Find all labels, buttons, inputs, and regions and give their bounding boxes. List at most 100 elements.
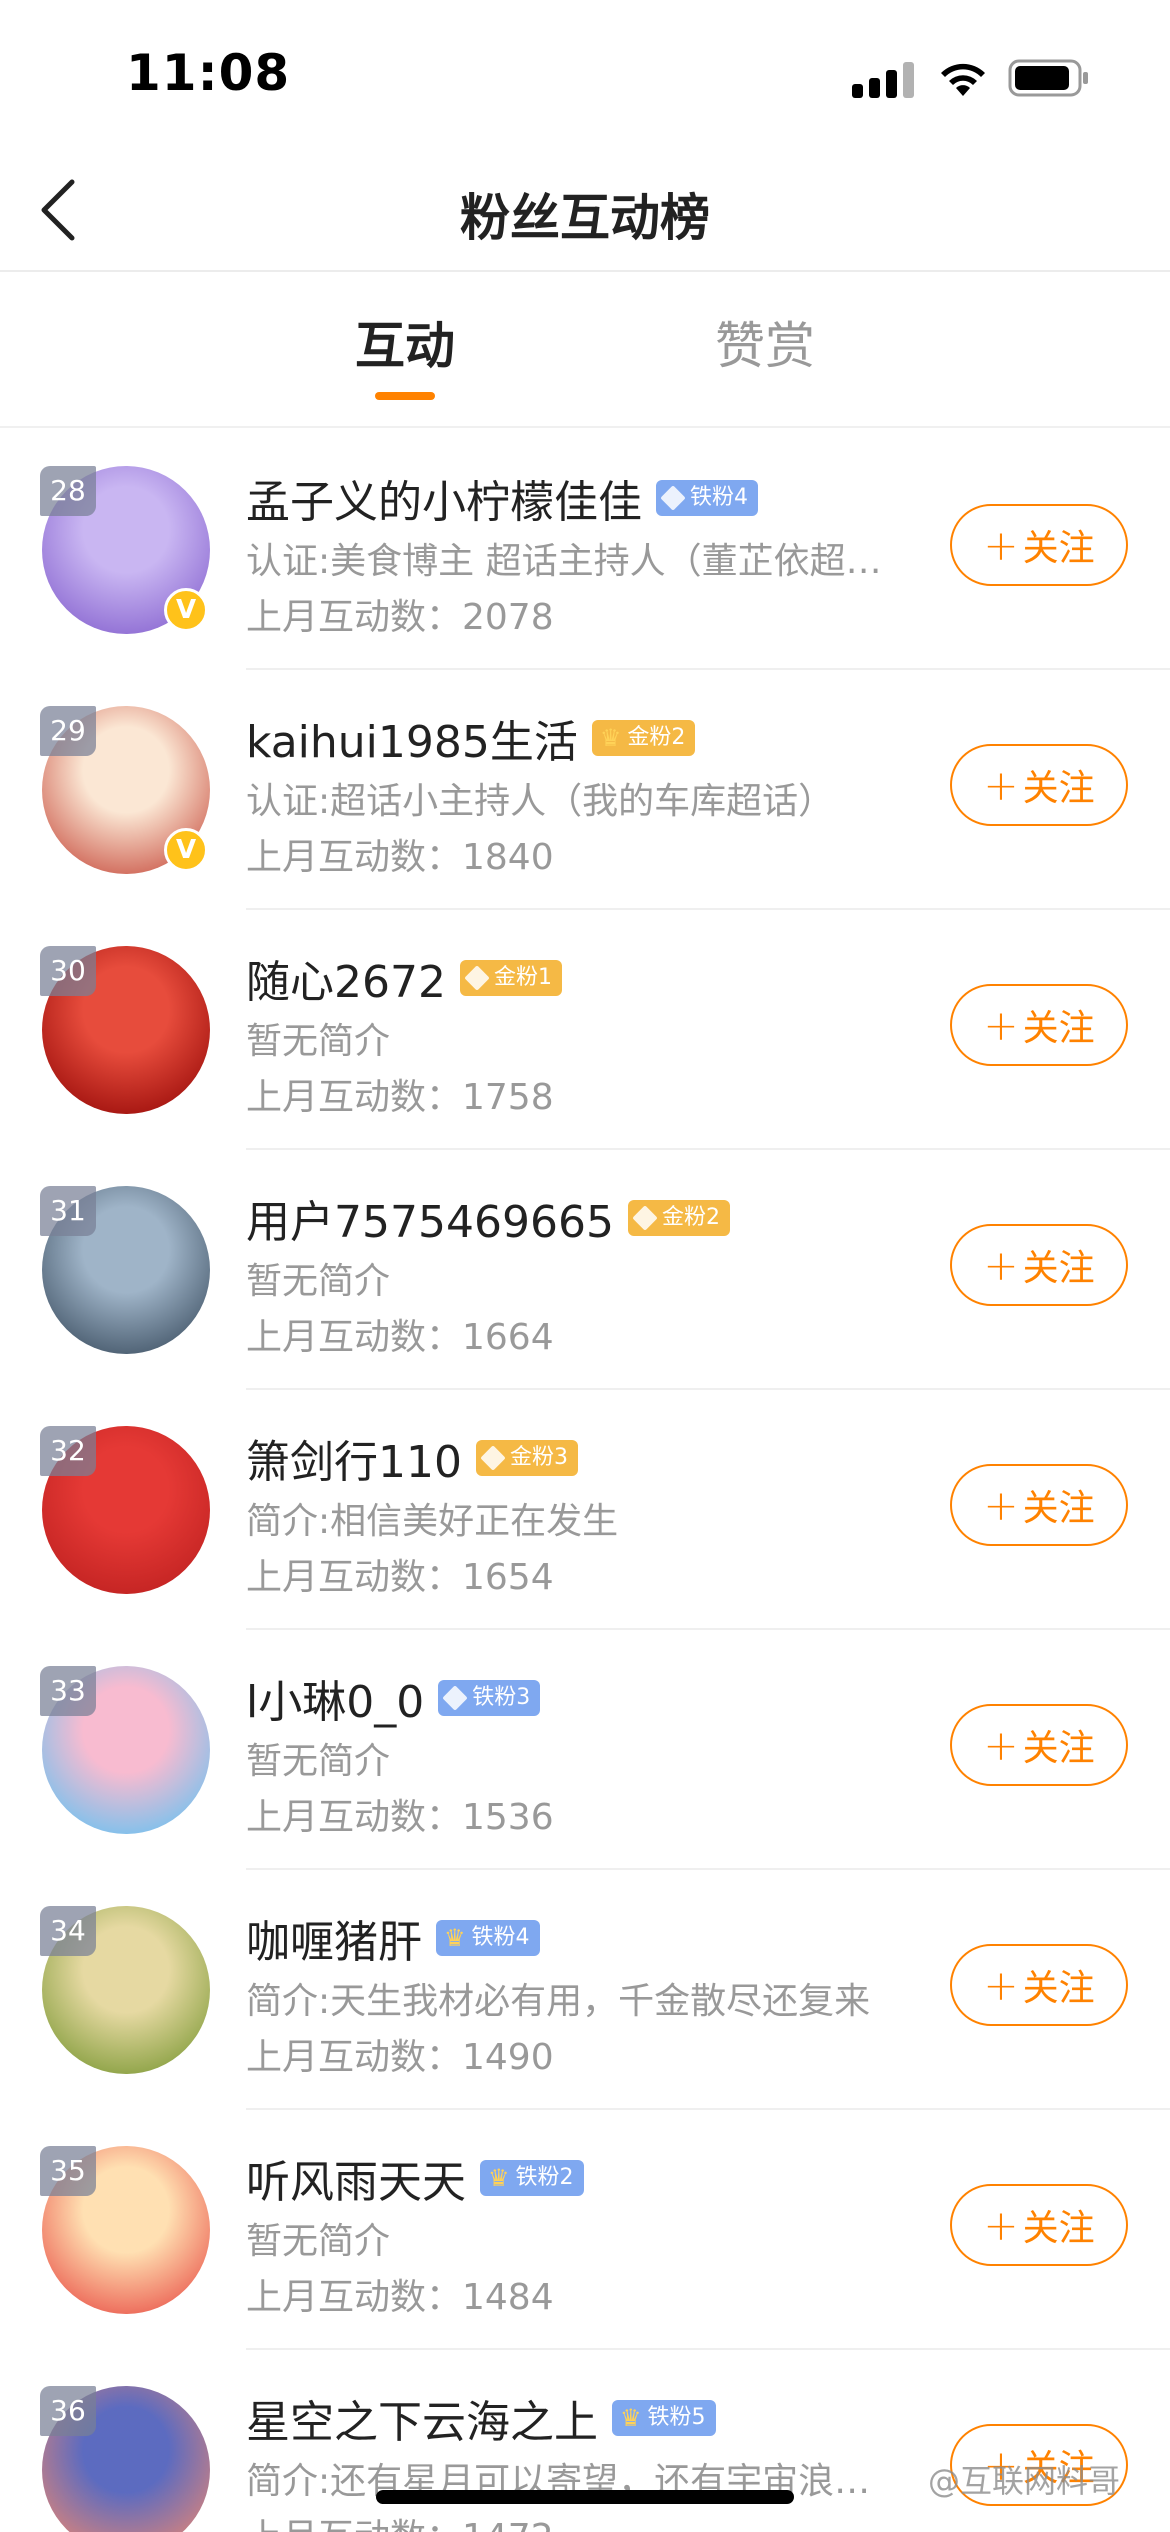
fan-row[interactable]: 32 箫剑行110 金粉3 简介:相信美好正在发生 上月互动数：1654 + 关注 (0, 1390, 1170, 1630)
page-title: 粉丝互动榜 (460, 189, 710, 247)
fan-level-label: 铁粉2 (515, 2165, 574, 2190)
follow-button[interactable]: + 关注 (950, 984, 1128, 1066)
username[interactable]: 孟子义的小柠檬佳佳 铁粉4 (246, 466, 758, 530)
user-description: 暂无简介 (246, 2221, 391, 2262)
username[interactable]: 星空之下云海之上 ♛ 铁粉5 (246, 2386, 716, 2450)
plus-icon: + (983, 1480, 1019, 1530)
interaction-count: 上月互动数：1472 (246, 2508, 554, 2532)
username-text: 咖喱猪肝 (246, 1917, 422, 1968)
fan-level-label: 铁粉3 (472, 1685, 531, 1710)
crown-icon: ♛ (488, 2164, 510, 2192)
fan-level-badge: 金粉1 (459, 960, 562, 996)
fan-level-badge: 铁粉4 (656, 480, 758, 516)
follow-label: 关注 (1022, 2208, 1095, 2249)
tab-interaction[interactable]: 互动 (305, 306, 505, 378)
user-description: 简介:相信美好正在发生 (246, 1501, 619, 1542)
verified-icon: V (164, 588, 208, 632)
follow-button[interactable]: + 关注 (950, 1704, 1128, 1786)
username[interactable]: 随心2672 金粉1 (246, 946, 562, 1010)
fan-level-badge: 金粉2 (627, 1200, 730, 1236)
rank-badge: 28 (40, 466, 96, 516)
user-description: 暂无简介 (246, 1021, 391, 1062)
username[interactable]: l小琳0_0 铁粉3 (246, 1666, 541, 1730)
wifi-icon (941, 63, 985, 96)
follow-label: 关注 (1022, 1488, 1095, 1529)
follow-label: 关注 (1022, 1728, 1095, 1769)
interaction-count: 上月互动数：1654 (246, 1557, 554, 1598)
fan-row[interactable]: 35 听风雨天天 ♛ 铁粉2 暂无简介 上月互动数：1484 + 关注 (0, 2110, 1170, 2350)
fan-level-label: 铁粉5 (647, 2405, 706, 2430)
plus-icon: + (983, 520, 1019, 570)
rank-badge: 32 (40, 1426, 96, 1476)
plus-icon: + (983, 1000, 1019, 1050)
rank-badge: 31 (40, 1186, 96, 1236)
rank-badge: 33 (40, 1666, 96, 1716)
plus-icon: + (983, 760, 1019, 810)
username-text: 随心2672 (246, 957, 446, 1008)
gem-icon (480, 1445, 506, 1471)
fan-level-badge: ♛ 铁粉5 (612, 2400, 716, 2436)
fan-level-label: 铁粉4 (690, 485, 748, 510)
username[interactable]: 听风雨天天 ♛ 铁粉2 (246, 2146, 584, 2210)
follow-button[interactable]: + 关注 (950, 1464, 1128, 1546)
username[interactable]: 咖喱猪肝 ♛ 铁粉4 (246, 1906, 540, 1970)
fan-row[interactable]: 28 V 孟子义的小柠檬佳佳 铁粉4 认证:美食博主 超话主持人（董芷依超话） 上月互动数… (0, 430, 1170, 670)
username[interactable]: 箫剑行110 金粉3 (246, 1426, 578, 1490)
battery-icon (1008, 59, 1088, 97)
follow-button[interactable]: + 关注 (950, 1224, 1128, 1306)
fan-row[interactable]: 33 l小琳0_0 铁粉3 暂无简介上月互动数：1536 + 关注 (0, 1630, 1170, 1870)
rank-badge: 30 (40, 946, 96, 996)
fan-level-badge: ♛ 铁粉4 (436, 1920, 540, 1956)
fan-row[interactable]: 31 用户7575469665 金粉2 暂无简介 上月互动数：1664 + 关注 (0, 1150, 1170, 1390)
crown-icon: ♛ (620, 2404, 642, 2432)
user-description: 认证:美食博主 超话主持人（董芷依超话） (246, 541, 896, 582)
crown-icon: ♛ (444, 1924, 466, 1952)
fan-level-label: 金粉2 (627, 725, 686, 750)
follow-button[interactable]: + 关注 (950, 1944, 1128, 2026)
interaction-count: 上月互动数：1758 (246, 1077, 554, 1118)
fan-row[interactable]: 30 随心2672 金粉1 暂无简介上月互动数：1758 + 关注 (0, 910, 1170, 1150)
follow-button[interactable]: + 关注 (950, 504, 1128, 586)
interaction-count: 上月互动数：1840 (246, 837, 554, 878)
fan-row[interactable]: 34 咖喱猪肝 ♛ 铁粉4 简介:天生我材必有用，千金散尽还复来 上月互动数：1490 + 关… (0, 1870, 1170, 2110)
fan-level-label: 金粉1 (493, 965, 552, 990)
follow-button[interactable]: + 关注 (950, 744, 1128, 826)
verified-icon: V (164, 828, 208, 872)
username[interactable]: kaihui1985生活 ♛ 金粉2 (246, 706, 696, 770)
username-text: 孟子义的小柠檬佳佳 (246, 477, 642, 528)
user-description: 暂无简介 (246, 1741, 391, 1782)
interaction-count: 上月互动数：1484 (246, 2277, 554, 2318)
username-text: kaihui1985生活 (246, 717, 578, 768)
user-description: 简介:天生我材必有用，千金散尽还复来 (246, 1981, 871, 2022)
tab-appreciation[interactable]: 赞赏 (665, 306, 865, 378)
status-time: 11:08 (126, 44, 291, 102)
interaction-count: 上月互动数：1490 (246, 2037, 554, 2078)
fan-level-label: 金粉3 (509, 1445, 568, 1470)
fan-level-badge: 金粉3 (475, 1440, 578, 1476)
follow-label: 关注 (1022, 528, 1095, 569)
watermark: @互联网料哥 (928, 2462, 1121, 2500)
follow-label: 关注 (1022, 1008, 1095, 1049)
fan-level-badge: ♛ 金粉2 (591, 720, 696, 756)
fan-level-badge: 铁粉3 (438, 1680, 541, 1716)
fan-row[interactable]: 29 Vkaihui1985生活 ♛ 金粉2 认证:超话小主持人（我的车库超话） 上月互动… (0, 670, 1170, 910)
fan-level-label: 金粉2 (661, 1205, 720, 1230)
follow-button[interactable]: + 关注 (950, 2184, 1128, 2266)
username[interactable]: 用户7575469665 金粉2 (246, 1186, 730, 1250)
username-text: 箫剑行110 (246, 1437, 462, 1488)
interaction-count: 上月互动数：1664 (246, 1317, 554, 1358)
signal-icon (852, 60, 914, 98)
interaction-count: 上月互动数：2078 (246, 597, 554, 638)
username-text: 星空之下云海之上 (246, 2397, 598, 2448)
follow-label: 关注 (1022, 1968, 1095, 2009)
tab-active-indicator (375, 392, 435, 400)
follow-label: 关注 (1022, 768, 1095, 809)
rank-badge: 36 (40, 2386, 96, 2436)
nav-bar: 粉丝互动榜 (0, 150, 1170, 272)
fan-list: 28 V 孟子义的小柠檬佳佳 铁粉4 认证:美食博主 超话主持人（董芷依超话） 上月互动数… (0, 430, 1170, 2532)
fan-row[interactable]: 36星空之下云海之上♛铁粉5简介:还有星月可以寄望，还有宇宙浪漫…上月互动数：1… (0, 2350, 1170, 2532)
gem-icon (464, 965, 490, 991)
interaction-count: 上月互动数：1536 (246, 1797, 554, 1838)
gem-icon (442, 1685, 468, 1711)
username-text: 听风雨天天 (246, 2157, 466, 2208)
